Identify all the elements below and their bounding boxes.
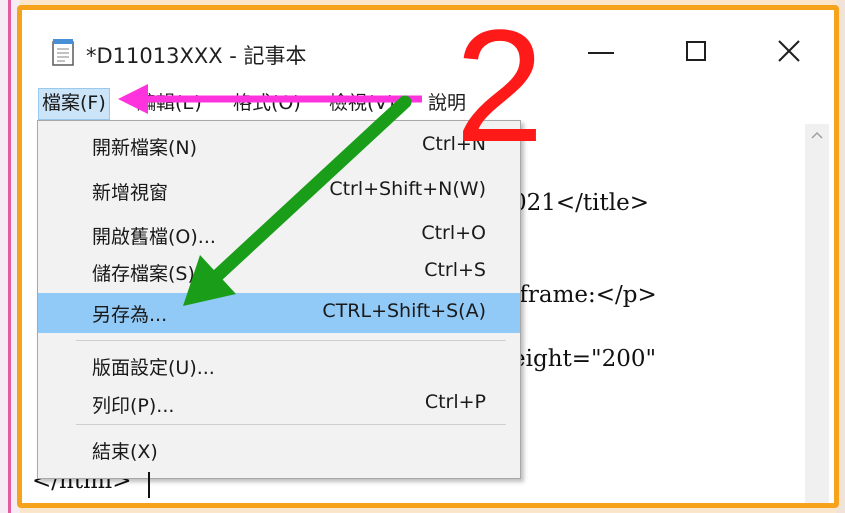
menu-item-page-setup[interactable]: 版面設定(U)... bbox=[38, 346, 520, 386]
vertical-scrollbar[interactable] bbox=[805, 124, 829, 503]
title-bar: *D11013XXX - 記事本 bbox=[22, 10, 834, 84]
menu-item-label: 結束(X) bbox=[92, 441, 158, 463]
minimize-button[interactable] bbox=[588, 52, 614, 54]
menu-item-shortcut: Ctrl+O bbox=[421, 222, 486, 244]
code-line: 021</title> bbox=[512, 190, 650, 216]
menu-item-label: 開新檔案(N) bbox=[92, 137, 198, 159]
menu-item-shortcut: Ctrl+S bbox=[424, 259, 486, 281]
menu-item-new[interactable]: 開新檔案(N) Ctrl+N bbox=[38, 126, 520, 166]
menu-bar: 檔案(F) 編輯(E) 格式(O) 檢視(V) 說明 bbox=[22, 84, 834, 124]
notepad-icon bbox=[52, 39, 74, 66]
code-line: eight="200" bbox=[512, 346, 657, 372]
notepad-window: *D11013XXX - 記事本 檔案(F) 編輯(E) 格式(O) 檢視(V)… bbox=[17, 5, 839, 508]
menu-separator bbox=[76, 424, 506, 425]
text-caret bbox=[148, 472, 150, 498]
menu-item-save-as[interactable]: 另存為... CTRL+Shift+S(A) bbox=[38, 293, 520, 333]
menu-edit[interactable]: 編輯(E) bbox=[134, 88, 205, 118]
menu-item-label: 儲存檔案(S) bbox=[92, 263, 195, 285]
close-icon[interactable] bbox=[776, 38, 802, 64]
menu-item-save[interactable]: 儲存檔案(S) Ctrl+S bbox=[38, 252, 520, 292]
maximize-button[interactable] bbox=[686, 41, 706, 61]
menu-item-label: 列印(P)... bbox=[92, 395, 175, 417]
code-line: iframe:</p> bbox=[512, 282, 657, 308]
menu-item-label: 版面設定(U)... bbox=[92, 357, 215, 379]
step-number-annotation: 2 bbox=[455, 0, 544, 175]
file-menu-dropdown: 開新檔案(N) Ctrl+N 新增視窗 Ctrl+Shift+N(W) 開啟舊檔… bbox=[37, 120, 521, 479]
menu-item-shortcut: Ctrl+Shift+N(W) bbox=[329, 178, 486, 200]
menu-item-open[interactable]: 開啟舊檔(O)... Ctrl+O bbox=[38, 215, 520, 255]
menu-item-exit[interactable]: 結束(X) bbox=[38, 430, 520, 470]
menu-format[interactable]: 格式(O) bbox=[230, 88, 304, 118]
menu-item-shortcut: Ctrl+P bbox=[424, 391, 486, 413]
scroll-up-arrow-icon[interactable] bbox=[810, 128, 824, 142]
menu-item-print[interactable]: 列印(P)... Ctrl+P bbox=[38, 384, 520, 424]
menu-separator bbox=[76, 340, 506, 341]
menu-item-label: 新增視窗 bbox=[92, 182, 169, 204]
menu-view[interactable]: 檢視(V) bbox=[326, 88, 398, 118]
pink-border-line bbox=[8, 0, 11, 513]
menu-file[interactable]: 檔案(F) bbox=[38, 88, 110, 120]
menu-item-label: 另存為... bbox=[92, 304, 168, 326]
menu-item-shortcut: CTRL+Shift+S(A) bbox=[322, 300, 486, 322]
menu-item-new-window[interactable]: 新增視窗 Ctrl+Shift+N(W) bbox=[38, 171, 520, 211]
window-title: *D11013XXX - 記事本 bbox=[86, 44, 307, 68]
menu-item-label: 開啟舊檔(O)... bbox=[92, 226, 216, 248]
